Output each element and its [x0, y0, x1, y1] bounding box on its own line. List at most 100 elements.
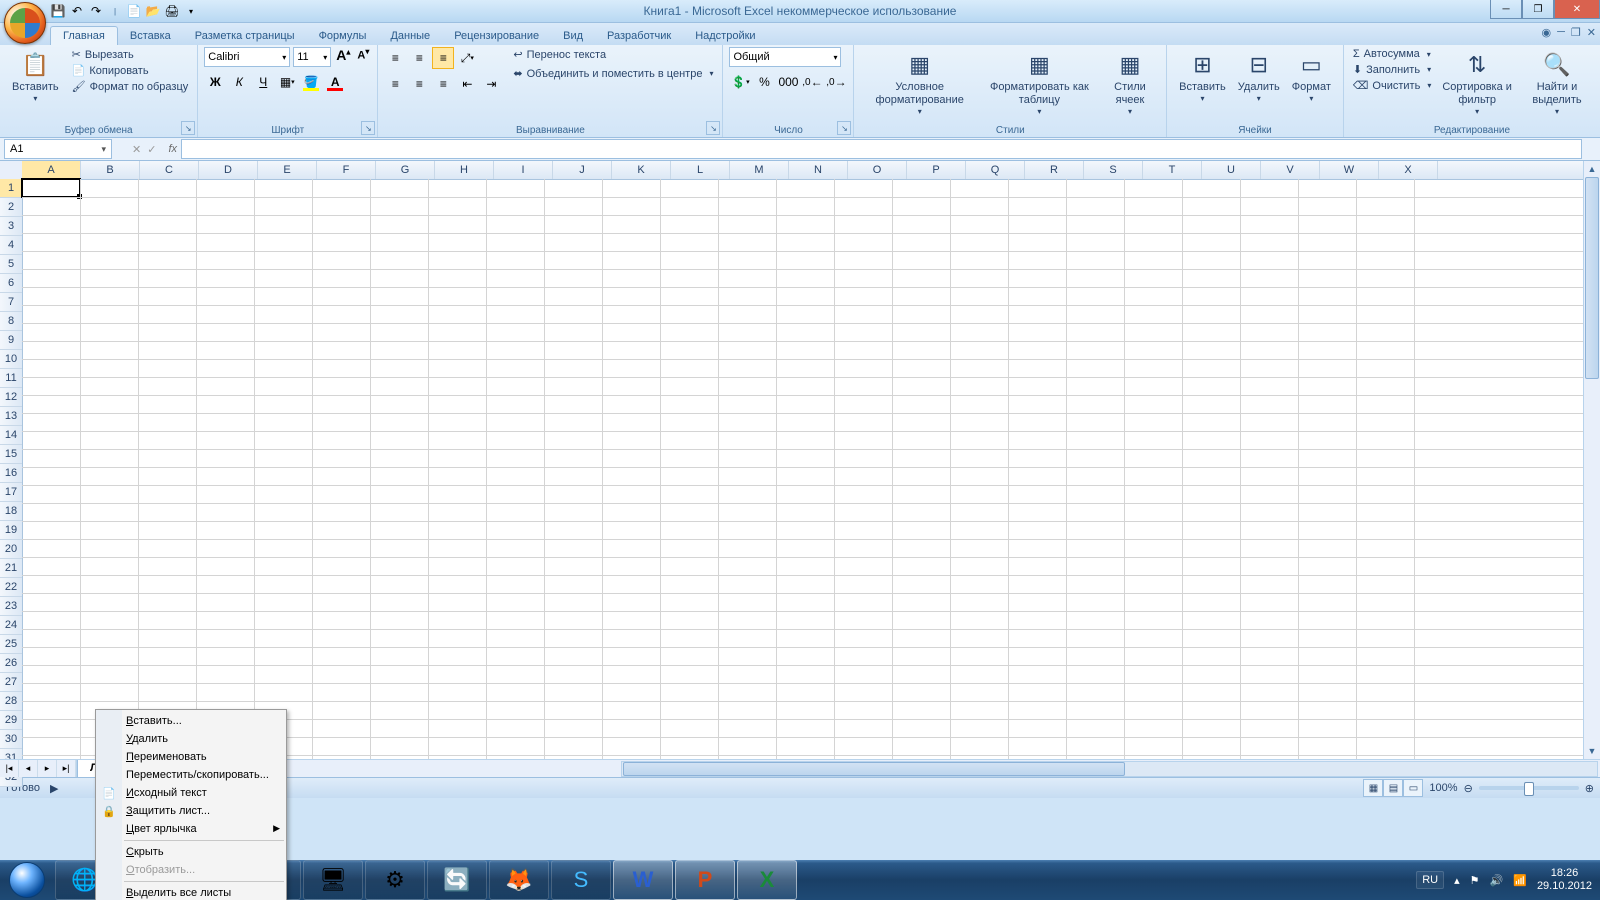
copy-button[interactable]: 📄Копировать: [69, 63, 192, 78]
taskbar-app3[interactable]: 🔄: [427, 860, 487, 900]
shrink-font-icon[interactable]: A▾: [355, 47, 371, 67]
pagelayout-view-icon[interactable]: ▤: [1383, 779, 1403, 797]
new-icon[interactable]: 📄: [126, 3, 142, 19]
mdi-restore-icon[interactable]: ❐: [1571, 26, 1581, 39]
ctx-insert[interactable]: Вставить...: [96, 712, 286, 730]
ctx-select-all-sheets[interactable]: Выделить все листы: [96, 884, 286, 900]
tab-formulas[interactable]: Формулы: [307, 27, 379, 45]
help-icon[interactable]: ◉: [1542, 26, 1552, 39]
ctx-view-code[interactable]: 📄Исходный текст: [96, 784, 286, 802]
sheet-nav-prev-icon[interactable]: ◂: [19, 760, 38, 777]
select-all-corner[interactable]: [0, 161, 23, 180]
cut-button[interactable]: ✂Вырезать: [69, 47, 192, 62]
formula-bar[interactable]: [181, 139, 1582, 159]
normal-view-icon[interactable]: ▦: [1363, 779, 1383, 797]
paste-button[interactable]: 📋 Вставить ▾: [6, 47, 65, 106]
font-launcher[interactable]: ↘: [361, 121, 375, 135]
sheet-nav-first-icon[interactable]: |◂: [0, 760, 19, 777]
tray-flag-icon[interactable]: ⚑: [1470, 874, 1480, 887]
tab-data[interactable]: Данные: [378, 27, 442, 45]
sheet-nav-last-icon[interactable]: ▸|: [57, 760, 76, 777]
align-left-icon[interactable]: ≡: [384, 73, 406, 95]
office-button[interactable]: [4, 2, 46, 44]
tray-chevron-icon[interactable]: ▴: [1454, 874, 1460, 887]
number-format-combo[interactable]: Общий▾: [729, 47, 841, 67]
clock[interactable]: 18:26 29.10.2012: [1537, 867, 1592, 893]
quickprint-icon[interactable]: 🖨: [164, 3, 180, 19]
taskbar-excel[interactable]: X: [737, 860, 797, 900]
align-launcher[interactable]: ↘: [706, 121, 720, 135]
wrap-text-button[interactable]: ↩Перенос текста: [510, 47, 716, 62]
format-painter-button[interactable]: 🖌Формат по образцу: [69, 79, 192, 94]
conditional-format-button[interactable]: ▦Условное форматирование▾: [860, 47, 978, 119]
fx-icon[interactable]: fx: [168, 143, 177, 155]
sort-filter-button[interactable]: ⇅Сортировка и фильтр▾: [1434, 47, 1520, 119]
tab-developer[interactable]: Разработчик: [595, 27, 683, 45]
inc-decimal-icon[interactable]: ,0←: [801, 71, 823, 93]
macro-record-icon[interactable]: ▶: [50, 782, 58, 795]
tab-home[interactable]: Главная: [50, 26, 118, 45]
merge-center-button[interactable]: ⬌Объединить и поместить в центре▾: [510, 66, 716, 81]
tab-pagelayout[interactable]: Разметка страницы: [183, 27, 307, 45]
start-button[interactable]: [0, 860, 54, 900]
delete-cells-button[interactable]: ⊟Удалить▾: [1232, 47, 1286, 106]
comma-icon[interactable]: 000: [777, 71, 799, 93]
horizontal-scrollbar[interactable]: [621, 761, 1598, 777]
tray-network-icon[interactable]: 📶: [1513, 874, 1527, 887]
align-bottom-icon[interactable]: ≡: [432, 47, 454, 69]
taskbar-app2[interactable]: ⚙: [365, 860, 425, 900]
taskbar-word[interactable]: W: [613, 860, 673, 900]
taskbar-app1[interactable]: 🖥: [303, 860, 363, 900]
format-as-table-button[interactable]: ▦Форматировать как таблицу▾: [979, 47, 1100, 119]
tab-view[interactable]: Вид: [551, 27, 595, 45]
taskbar-powerpoint[interactable]: P: [675, 860, 735, 900]
cell-grid[interactable]: [22, 179, 1584, 759]
cell-styles-button[interactable]: ▦Стили ячеек▾: [1100, 47, 1160, 119]
ctx-protect[interactable]: 🔒Защитить лист...: [96, 802, 286, 820]
orientation-icon[interactable]: ⤢▾: [456, 47, 478, 69]
align-center-icon[interactable]: ≡: [408, 73, 430, 95]
autosum-button[interactable]: ΣАвтосумма▾: [1350, 47, 1434, 61]
percent-icon[interactable]: %: [753, 71, 775, 93]
fill-color-button[interactable]: 🪣: [300, 71, 322, 93]
align-right-icon[interactable]: ≡: [432, 73, 454, 95]
underline-button[interactable]: Ч: [252, 71, 274, 93]
pagebreak-view-icon[interactable]: ▭: [1403, 779, 1423, 797]
font-name-combo[interactable]: Calibri▾: [204, 47, 290, 67]
sheet-nav-next-icon[interactable]: ▸: [38, 760, 57, 777]
border-button[interactable]: ▦▾: [276, 71, 298, 93]
undo-icon[interactable]: ↶: [69, 3, 85, 19]
font-size-combo[interactable]: 11▾: [293, 47, 331, 67]
find-select-button[interactable]: 🔍Найти и выделить▾: [1520, 47, 1594, 119]
tray-volume-icon[interactable]: 🔊: [1490, 874, 1504, 887]
ctx-move-copy[interactable]: Переместить/скопировать...: [96, 766, 286, 784]
hscroll-thumb[interactable]: [623, 762, 1125, 776]
taskbar-skype[interactable]: S: [551, 860, 611, 900]
fill-button[interactable]: ⬇Заполнить▾: [1350, 62, 1434, 77]
taskbar-app4[interactable]: 🦊: [489, 860, 549, 900]
tab-insert[interactable]: Вставка: [118, 27, 183, 45]
number-launcher[interactable]: ↘: [837, 121, 851, 135]
vertical-scrollbar[interactable]: ▲ ▼: [1583, 161, 1600, 759]
insert-cells-button[interactable]: ⊞Вставить▾: [1173, 47, 1232, 106]
zoom-out-icon[interactable]: ⊖: [1464, 782, 1473, 795]
selected-cell[interactable]: [21, 178, 81, 198]
bold-button[interactable]: Ж: [204, 71, 226, 93]
qat-more-icon[interactable]: ▾: [183, 3, 199, 19]
mdi-min-icon[interactable]: ─: [1557, 26, 1565, 39]
dec-decimal-icon[interactable]: ,0→: [825, 71, 847, 93]
scroll-thumb[interactable]: [1585, 177, 1599, 379]
italic-button[interactable]: К: [228, 71, 250, 93]
row-headers[interactable]: 1234567891011121314151617181920212223242…: [0, 179, 23, 787]
close-button[interactable]: ✕: [1554, 0, 1600, 19]
column-headers[interactable]: ABCDEFGHIJKLMNOPQRSTUVWX: [22, 161, 1584, 180]
ctx-rename[interactable]: Переименовать: [96, 748, 286, 766]
align-top-icon[interactable]: ≡: [384, 47, 406, 69]
ctx-hide[interactable]: Скрыть: [96, 843, 286, 861]
save-icon[interactable]: 💾: [50, 3, 66, 19]
scroll-down-icon[interactable]: ▼: [1584, 743, 1600, 759]
name-box[interactable]: A1▾: [4, 139, 112, 159]
scroll-up-icon[interactable]: ▲: [1584, 161, 1600, 177]
open-icon[interactable]: 📂: [145, 3, 161, 19]
align-middle-icon[interactable]: ≡: [408, 47, 430, 69]
